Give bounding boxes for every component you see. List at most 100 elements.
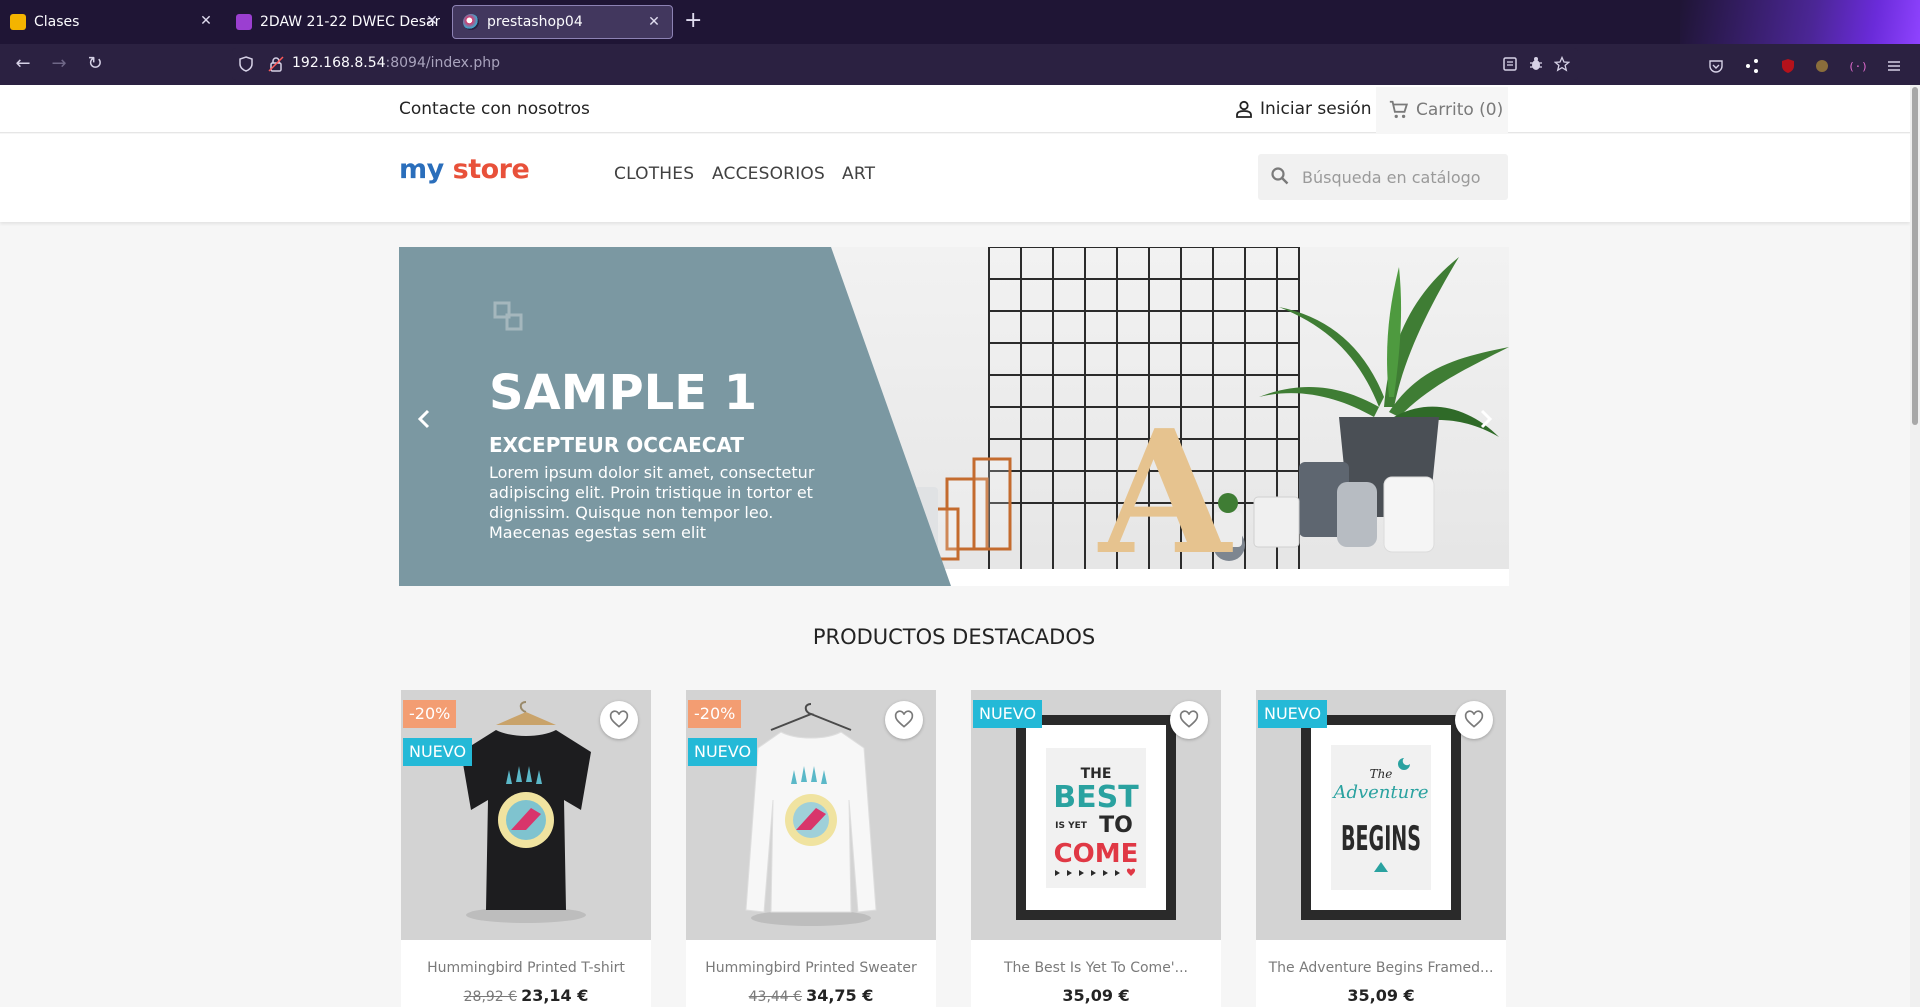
product-name[interactable]: Hummingbird Printed T-shirt xyxy=(401,960,651,976)
slide-subtitle: EXCEPTEUR OCCAECAT xyxy=(489,433,745,457)
wishlist-button[interactable] xyxy=(885,701,923,739)
regular-price: 28,92 € xyxy=(463,989,518,1005)
moodle-icon xyxy=(236,14,252,30)
extension-icon[interactable]: (·) xyxy=(1850,58,1866,74)
new-badge: NUEVO xyxy=(688,738,758,766)
close-icon[interactable]: ✕ xyxy=(424,13,440,29)
home-slider[interactable]: A SAMPLE 1 EXCEPTEUR OCCAECAT Lorem ipsu… xyxy=(399,247,1509,586)
tab-title: 2DAW 21-22 DWEC Desarrollo xyxy=(260,14,440,30)
forward-icon[interactable]: → xyxy=(48,54,70,74)
product-price: 35,09 € xyxy=(1062,986,1130,1005)
heart-icon xyxy=(1464,710,1484,728)
tab-prestashop[interactable]: prestashop04 ✕ xyxy=(452,5,673,39)
product-card[interactable]: The Adventure BEGINS NUEVO The Adventure… xyxy=(1256,690,1506,1007)
wishlist-button[interactable] xyxy=(1170,701,1208,739)
back-icon[interactable]: ← xyxy=(12,54,34,74)
page-scrollbar[interactable] xyxy=(1910,85,1920,1007)
bug-icon[interactable] xyxy=(1528,56,1544,72)
close-icon[interactable]: ✕ xyxy=(646,14,662,30)
heart-icon xyxy=(1179,710,1199,728)
header-main: my store CLOTHES ACCESORIOS ART xyxy=(0,134,1910,222)
shield-icon[interactable] xyxy=(238,56,254,72)
share-icon[interactable] xyxy=(1744,58,1760,74)
product-thumbnail[interactable]: The Adventure BEGINS NUEVO xyxy=(1256,690,1506,940)
menu-icon[interactable] xyxy=(1886,58,1902,74)
url-text[interactable]: 192.168.8.54:8094/index.php xyxy=(292,55,500,71)
slide-letter: A xyxy=(1097,393,1233,586)
cart-button[interactable]: Carrito (0) xyxy=(1376,87,1508,133)
product-card[interactable]: THE BEST IS YET TO COME NUEVO The Best I… xyxy=(971,690,1221,1007)
poster-line: BEST xyxy=(1053,780,1139,815)
product-price-row: 35,09 € xyxy=(1256,986,1506,1005)
featured-title-text: PRODUCTOS DESTACADOS xyxy=(812,625,1096,649)
ublock-icon[interactable] xyxy=(1780,58,1796,74)
product-price-row: 28,92 €23,14 € xyxy=(401,986,651,1005)
heart-icon xyxy=(609,710,629,728)
product-thumbnail[interactable]: THE BEST IS YET TO COME NUEVO xyxy=(971,690,1221,940)
poster-line: TO xyxy=(1099,813,1133,838)
chevron-left-icon[interactable] xyxy=(413,407,437,431)
contact-link[interactable]: Contacte con nosotros xyxy=(399,99,590,119)
wishlist-button[interactable] xyxy=(1455,701,1493,739)
signin-link[interactable]: Iniciar sesión xyxy=(1234,99,1371,119)
featured-title: PRODUCTOS DESTACADOS xyxy=(0,625,1910,649)
prestashop-icon xyxy=(463,14,479,30)
product-card[interactable]: -20% NUEVO Hummingbird Printed Sweater 4… xyxy=(686,690,936,1007)
browser-nav-bar: ← → ↻ 192.168.8.54:8094/index.php · xyxy=(0,44,1920,85)
menu-item-accesorios[interactable]: ACCESORIOS xyxy=(712,164,825,184)
url-bar[interactable]: 192.168.8.54:8094/index.php xyxy=(232,48,1578,80)
tab-title: Clases xyxy=(34,14,80,30)
cart-label: Carrito xyxy=(1416,100,1474,120)
poster-line: The xyxy=(1370,767,1393,781)
product-name[interactable]: Hummingbird Printed Sweater xyxy=(686,960,936,976)
reload-icon[interactable]: ↻ xyxy=(84,54,106,74)
pocket-icon[interactable] xyxy=(1708,58,1724,74)
cart-count: (0) xyxy=(1479,100,1504,120)
new-tab-icon[interactable]: + xyxy=(684,10,702,32)
new-badge: NUEVO xyxy=(403,738,473,766)
search-box xyxy=(1258,154,1508,200)
tab-clases[interactable]: Clases ✕ xyxy=(0,5,224,39)
product-price-row: 35,09 € xyxy=(971,986,1221,1005)
tab-moodle[interactable]: 2DAW 21-22 DWEC Desarrollo ✕ xyxy=(226,5,450,39)
tab-title: prestashop04 xyxy=(487,14,583,30)
product-name[interactable]: The Best Is Yet To Come'... xyxy=(971,960,1221,976)
chevron-right-icon[interactable] xyxy=(1473,407,1497,431)
new-badge: NUEVO xyxy=(1258,700,1328,728)
menu-item-art[interactable]: ART xyxy=(842,164,875,184)
cart-icon xyxy=(1389,100,1409,119)
product-thumbnail[interactable]: -20% NUEVO xyxy=(686,690,936,940)
heart-icon xyxy=(894,710,914,728)
wishlist-button[interactable] xyxy=(600,701,638,739)
product-price: 34,75 € xyxy=(806,986,874,1005)
scrollbar-thumb[interactable] xyxy=(1912,87,1918,425)
slide-caption: SAMPLE 1 EXCEPTEUR OCCAECAT Lorem ipsum … xyxy=(489,367,819,543)
menu-item-clothes[interactable]: CLOTHES xyxy=(614,164,694,184)
store-logo[interactable]: my store xyxy=(399,154,530,185)
product-price-row: 43,44 €34,75 € xyxy=(686,986,936,1005)
search-input[interactable] xyxy=(1298,154,1498,200)
logo-part-my: my xyxy=(399,154,444,185)
search-icon[interactable] xyxy=(1270,166,1290,186)
signin-label: Iniciar sesión xyxy=(1260,99,1372,119)
discount-badge: -20% xyxy=(688,700,742,728)
reader-view-icon[interactable] xyxy=(1502,56,1518,72)
product-thumbnail[interactable]: -20% NUEVO xyxy=(401,690,651,940)
extension-icon[interactable] xyxy=(1814,58,1830,74)
svg-text:(·): (·) xyxy=(1850,60,1866,73)
regular-price: 43,44 € xyxy=(748,989,803,1005)
product-price: 23,14 € xyxy=(521,986,589,1005)
bookmark-star-icon[interactable] xyxy=(1554,56,1570,72)
new-badge: NUEVO xyxy=(973,700,1043,728)
page-viewport: Contacte con nosotros Iniciar sesión Car… xyxy=(0,85,1920,1007)
lock-icon[interactable] xyxy=(268,56,284,72)
poster-line: IS YET xyxy=(1055,821,1088,831)
header-top-bar: Contacte con nosotros Iniciar sesión Car… xyxy=(0,85,1910,133)
product-name[interactable]: The Adventure Begins Framed... xyxy=(1256,960,1506,976)
discount-badge: -20% xyxy=(403,700,457,728)
poster-line: BEGINS xyxy=(1341,819,1421,859)
close-icon[interactable]: ✕ xyxy=(198,13,214,29)
poster-line: Adventure xyxy=(1331,782,1428,803)
slide-title: SAMPLE 1 xyxy=(489,365,758,421)
product-card[interactable]: -20% NUEVO Hummingbird Printed T-shirt 2… xyxy=(401,690,651,1007)
